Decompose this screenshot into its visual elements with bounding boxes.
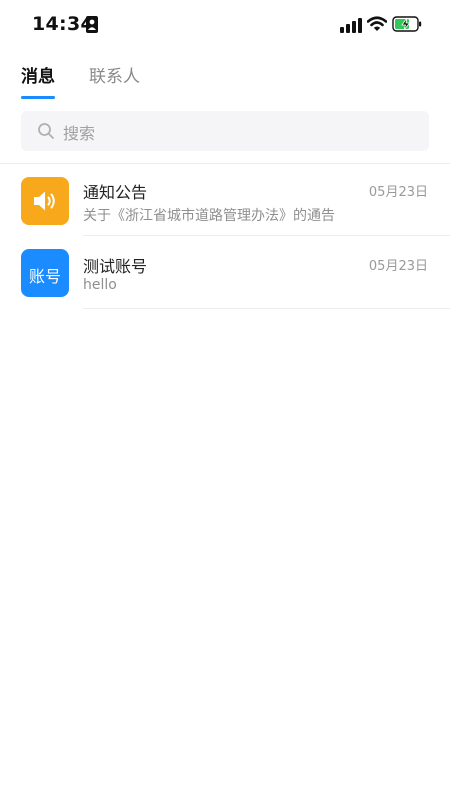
wifi-icon bbox=[367, 16, 387, 31]
status-bar: 14:34 bbox=[0, 0, 450, 52]
list-divider bbox=[83, 308, 450, 309]
search-icon bbox=[38, 123, 54, 139]
conversation-preview: 关于《浙江省城市道路管理办法》的通告 bbox=[83, 208, 335, 224]
tab-messages[interactable]: 消息 bbox=[21, 62, 55, 87]
conversation-title: 测试账号 bbox=[83, 257, 148, 276]
active-tab-indicator bbox=[21, 96, 55, 99]
status-time: 14:34 bbox=[32, 13, 94, 35]
conversation-preview: hello bbox=[83, 277, 117, 293]
tab-bar: 消息 联系人 bbox=[0, 52, 450, 104]
signal-icon bbox=[340, 18, 362, 33]
search-input[interactable]: 搜索 bbox=[21, 111, 429, 151]
speaker-icon bbox=[34, 191, 55, 211]
avatar-label: 账号 bbox=[28, 267, 61, 286]
conversation-item-announcements[interactable]: 通知公告 05月23日 关于《浙江省城市道路管理办法》的通告 bbox=[0, 164, 450, 236]
conversation-date: 05月23日 bbox=[368, 185, 428, 200]
announcement-avatar bbox=[21, 177, 69, 225]
conversation-item-test-account[interactable]: 账号 测试账号 05月23日 hello bbox=[0, 237, 450, 309]
battery-charging-icon bbox=[392, 16, 422, 32]
conversation-title: 通知公告 bbox=[83, 183, 148, 202]
account-avatar: 账号 bbox=[21, 249, 69, 297]
sim-icon bbox=[86, 16, 98, 33]
search-placeholder: 搜索 bbox=[63, 124, 96, 143]
conversation-date: 05月23日 bbox=[368, 259, 428, 274]
tab-contacts[interactable]: 联系人 bbox=[89, 62, 140, 87]
list-divider bbox=[83, 235, 450, 236]
